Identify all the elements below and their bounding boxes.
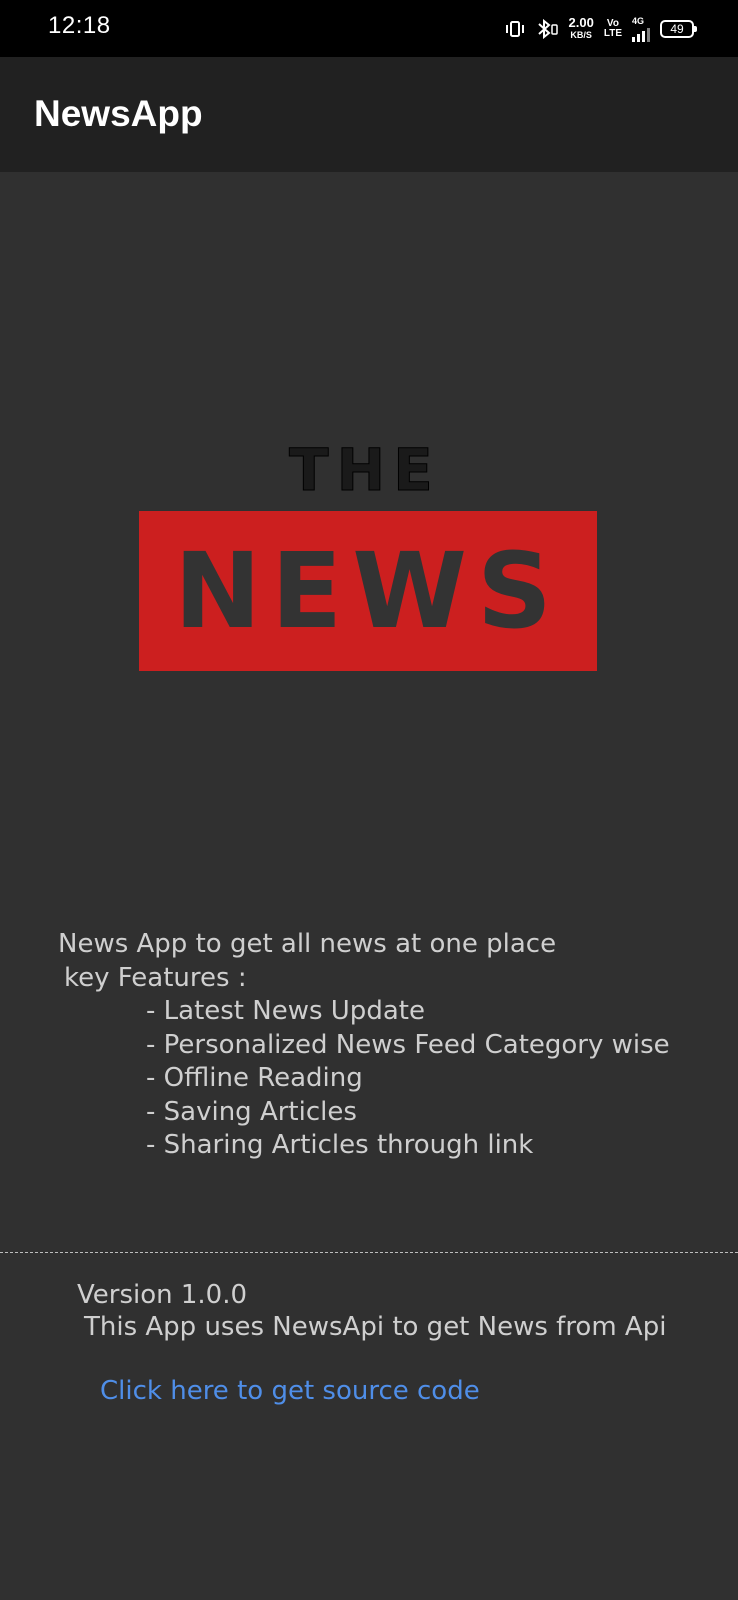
dashed-divider: [0, 1252, 738, 1253]
app-description: News App to get all news at one place ke…: [58, 928, 670, 1163]
source-code-link[interactable]: Click here to get source code: [100, 1375, 480, 1408]
features-heading: key Features :: [64, 962, 247, 993]
bluetooth-icon: [535, 19, 559, 39]
feature-item: - Latest News Update: [146, 996, 425, 1026]
feature-item: - Personalized News Feed Category wise: [146, 1029, 670, 1060]
volte-indicator: Vo LTE: [604, 19, 622, 39]
speed-value: 2.00: [568, 15, 594, 30]
feature-item: - Sharing Articles through link: [146, 1130, 534, 1160]
network-type: 4G: [632, 15, 645, 26]
logo-text-news: NEWS: [174, 530, 562, 652]
volte-bottom: LTE: [603, 28, 622, 39]
status-icons: 2.00 KB/S Vo LTE 4G 49: [505, 14, 697, 44]
version-label: Version 1.0.0: [77, 1280, 248, 1310]
battery-level: 49: [670, 22, 684, 36]
vibrate-icon: [505, 19, 525, 39]
status-bar: 12:18 2.00 KB/S Vo LTE 4G 49: [0, 0, 738, 57]
network-speed: 2.00 KB/S: [568, 15, 594, 41]
signal-icon: 4G: [632, 15, 650, 42]
api-note: This App uses NewsApi to get News from A…: [84, 1312, 667, 1342]
feature-item: - Offline Reading: [146, 1063, 363, 1093]
logo-text-the: THE: [289, 436, 441, 505]
app-logo: THE NEWS: [139, 436, 597, 671]
battery-icon: 49: [660, 20, 697, 38]
status-time: 12:18: [48, 12, 111, 39]
app-title: NewsApp: [34, 93, 203, 134]
app-bar: NewsApp: [0, 57, 738, 172]
speed-unit: KB/S: [570, 30, 592, 40]
logo-red-box: NEWS: [139, 511, 597, 671]
feature-item: - Saving Articles: [146, 1096, 357, 1127]
description-intro: News App to get all news at one place: [58, 929, 557, 959]
